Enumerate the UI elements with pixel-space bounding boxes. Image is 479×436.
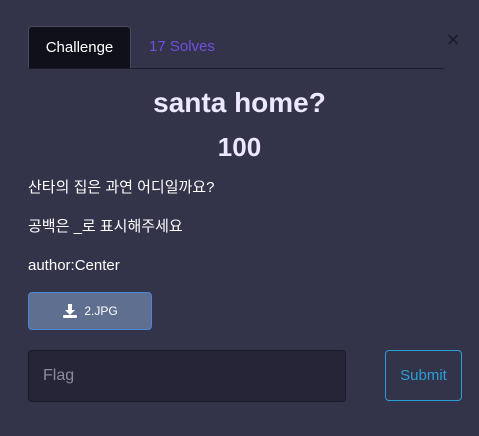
challenge-modal: Challenge 17 Solves × santa home? 100 산타…: [0, 0, 479, 436]
download-icon: [62, 303, 78, 319]
file-download-button[interactable]: 2.JPG: [28, 292, 152, 330]
file-name: 2.JPG: [84, 304, 118, 318]
challenge-title: santa home?: [153, 87, 326, 118]
flag-input[interactable]: [28, 350, 346, 402]
submit-button[interactable]: Submit: [385, 350, 462, 401]
tab-solves[interactable]: 17 Solves: [134, 26, 230, 68]
description-line: 산타의 집은 과연 어디일까요?: [28, 179, 215, 196]
close-icon[interactable]: ×: [444, 29, 462, 51]
description-author: author:Center: [28, 257, 120, 274]
challenge-value: 100: [217, 132, 262, 162]
description-line: 공백은 _로 표시해주세요: [28, 218, 183, 235]
challenge-tabs: Challenge 17 Solves: [28, 26, 444, 69]
tab-challenge[interactable]: Challenge: [28, 26, 131, 68]
